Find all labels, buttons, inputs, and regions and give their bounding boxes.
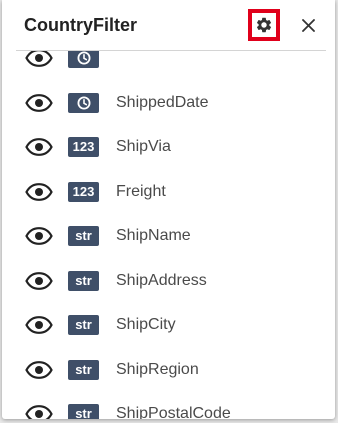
string-type-badge: str — [68, 226, 99, 247]
string-type-badge: str — [68, 404, 99, 419]
eye-icon[interactable] — [25, 316, 53, 335]
field-label: ShipAddress — [116, 271, 207, 289]
clock-icon — [77, 51, 90, 65]
string-type-badge: str — [68, 270, 99, 291]
field-label: Freight — [116, 182, 166, 200]
eye-icon[interactable] — [25, 405, 53, 419]
list-item[interactable] — [2, 51, 335, 81]
number-type-badge: 123 — [68, 181, 99, 202]
list-item[interactable]: 123 ShipVia — [2, 125, 335, 170]
field-label: ShipRegion — [116, 360, 199, 378]
date-type-badge — [68, 92, 99, 113]
filter-panel: CountryFilter ShippedDate 123 ShipVia 12… — [2, 0, 335, 419]
eye-icon[interactable] — [25, 360, 53, 379]
date-type-badge — [68, 51, 99, 69]
list-item[interactable]: str ShipAddress — [2, 259, 335, 304]
string-type-badge: str — [68, 359, 99, 380]
eye-icon[interactable] — [25, 138, 53, 157]
string-type-badge: str — [68, 315, 99, 336]
eye-icon[interactable] — [25, 182, 53, 201]
close-button[interactable] — [298, 15, 318, 35]
field-list: ShippedDate 123 ShipVia 123 Freight str … — [2, 51, 335, 419]
eye-icon[interactable] — [25, 93, 53, 112]
settings-button[interactable] — [248, 9, 280, 41]
gear-icon — [256, 17, 272, 33]
field-label: ShipPostalCode — [116, 405, 231, 419]
field-list-viewport[interactable]: ShippedDate 123 ShipVia 123 Freight str … — [2, 51, 335, 419]
panel-title: CountryFilter — [24, 15, 138, 35]
field-label: ShippedDate — [116, 93, 209, 111]
field-label: ShipCity — [116, 316, 176, 334]
eye-icon[interactable] — [25, 271, 53, 290]
list-item[interactable]: 123 Freight — [2, 170, 335, 215]
list-item[interactable]: str ShipCity — [2, 303, 335, 348]
list-item[interactable]: str ShipPostalCode — [2, 392, 335, 419]
list-item[interactable]: ShippedDate — [2, 81, 335, 126]
list-item[interactable]: str ShipName — [2, 214, 335, 259]
clock-icon — [77, 96, 90, 110]
eye-icon[interactable] — [25, 227, 53, 246]
field-label: ShipName — [116, 227, 191, 245]
close-icon — [301, 18, 315, 32]
eye-icon[interactable] — [25, 51, 53, 68]
field-label: ShipVia — [116, 138, 171, 156]
list-item[interactable]: str ShipRegion — [2, 348, 335, 393]
panel-header: CountryFilter — [2, 0, 335, 51]
number-type-badge: 123 — [68, 137, 99, 158]
